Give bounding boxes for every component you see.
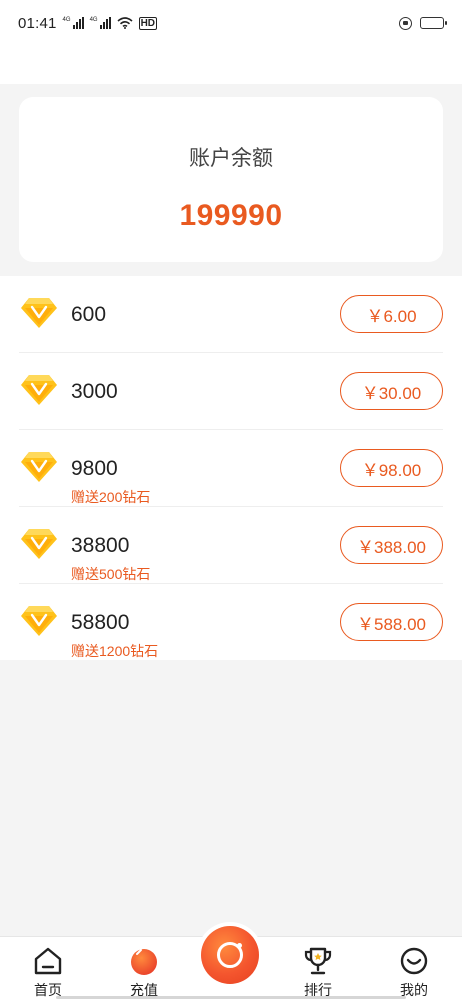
package-list: 600 ￥6.00 3000 ￥30.00 9800 赠送200钻石 ￥98.0…	[0, 276, 462, 660]
status-bar: 01:41 4G 4G HD	[0, 0, 462, 46]
package-amount: 58800	[71, 611, 130, 634]
balance-card: 账户余额 199990	[19, 97, 443, 262]
package-row: 600 ￥6.00	[0, 276, 462, 353]
status-left: 01:41 4G 4G HD	[18, 14, 158, 32]
balance-value: 199990	[179, 199, 283, 232]
battery-icon	[420, 17, 447, 29]
trophy-icon	[304, 947, 332, 975]
nav-item-mine[interactable]: 我的	[374, 937, 454, 1000]
nav-item-recharge[interactable]: 充值	[104, 937, 184, 1000]
package-amount: 600	[71, 303, 107, 326]
balance-label: 账户余额	[189, 147, 273, 170]
package-row: 58800 赠送1200钻石 ￥588.00	[0, 584, 462, 661]
package-row: 9800 赠送200钻石 ￥98.00	[0, 430, 462, 507]
price-button[interactable]: ￥388.00	[340, 526, 443, 564]
hd-icon: HD	[138, 16, 158, 30]
home-icon	[34, 947, 62, 975]
package-bonus: 赠送500钻石	[71, 566, 151, 582]
package-amount: 3000	[71, 380, 118, 403]
package-row: 38800 赠送500钻石 ￥388.00	[0, 507, 462, 584]
signal-icon: 4G	[63, 17, 84, 29]
diamond-icon	[21, 529, 57, 559]
nav-item-ranking[interactable]: 排行	[278, 937, 358, 1000]
diamond-icon	[21, 606, 57, 636]
wifi-icon	[117, 17, 133, 29]
signal-label: 4G	[62, 17, 71, 23]
package-amount: 9800	[71, 457, 118, 480]
package-bonus: 赠送200钻石	[71, 489, 151, 505]
diamond-icon	[21, 298, 57, 328]
package-row: 3000 ￥30.00	[0, 353, 462, 430]
package-amount: 38800	[71, 534, 130, 557]
diamond-icon	[21, 375, 57, 405]
signal-icon-2: 4G	[90, 17, 111, 29]
price-button[interactable]: ￥6.00	[340, 295, 443, 333]
status-time: 01:41	[18, 14, 57, 32]
package-bonus: 赠送1200钻石	[71, 643, 159, 659]
nav-item-home[interactable]: 首页	[8, 937, 88, 1000]
price-button[interactable]: ￥98.00	[340, 449, 443, 487]
smile-icon	[400, 947, 428, 975]
diamond-icon	[21, 452, 57, 482]
camera-icon	[217, 942, 243, 968]
status-right	[399, 16, 447, 30]
signal-label-2: 4G	[89, 17, 98, 23]
recharge-icon	[131, 949, 157, 975]
camera-button[interactable]	[201, 926, 259, 984]
price-button[interactable]: ￥588.00	[340, 603, 443, 641]
price-button[interactable]: ￥30.00	[340, 372, 443, 410]
home-indicator	[56, 996, 406, 999]
rotation-lock-icon	[399, 16, 412, 30]
